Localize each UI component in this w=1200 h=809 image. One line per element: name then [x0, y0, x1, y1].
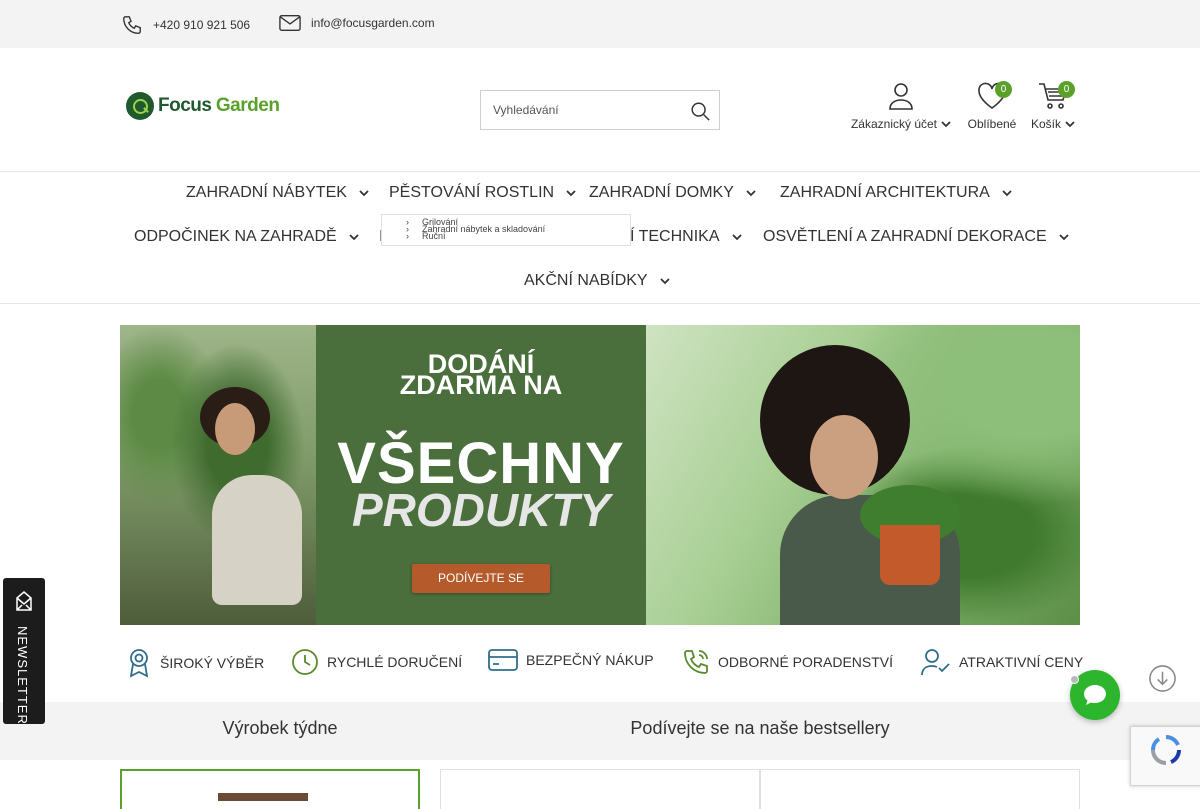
chevron-down-icon: [566, 189, 576, 196]
nav-label: Í TECHNIKA: [630, 228, 720, 245]
nav-label: ZAHRADNÍ NÁBYTEK: [186, 184, 347, 201]
phone-number[interactable]: +420 910 921 506: [153, 18, 250, 32]
chevron-down-icon: [941, 120, 951, 127]
benefit-attractive-prices: ATRAKTIVNÍ CENY: [921, 648, 1083, 676]
newsletter-tab[interactable]: NEWSLETTER: [3, 578, 45, 725]
search-input[interactable]: [481, 91, 681, 129]
favorites-label: Oblíbené: [967, 117, 1017, 131]
hero-photo-detail: [212, 475, 302, 605]
product-of-week-card[interactable]: [120, 769, 420, 809]
logo-word-garden: Garden: [215, 95, 280, 116]
phone-contact[interactable]: +420 910 921 506: [121, 14, 250, 36]
chevron-down-icon: [349, 233, 359, 240]
site-header: Focus Garden Zákaznický účet 0 Oblíbené …: [0, 48, 1200, 172]
newsletter-label: NEWSLETTER: [15, 626, 30, 725]
benefit-expert-advice: ODBORNÉ PORADENSTVÍ: [682, 648, 893, 676]
nav-label: ZAHRADNÍ ARCHITEKTURA: [780, 184, 990, 201]
chat-status-dot: [1070, 675, 1079, 684]
nav-item-growing-plants[interactable]: PĚSTOVÁNÍ ROSTLIN: [389, 182, 576, 204]
account-label: Zákaznický účet: [850, 117, 938, 131]
cart-count-badge: 0: [1058, 81, 1075, 98]
top-contact-bar: +420 910 921 506 info@focusgarden.com: [0, 0, 1200, 48]
user-icon: [889, 83, 913, 110]
recaptcha-icon: [1150, 735, 1181, 765]
chevron-down-icon: [359, 189, 369, 196]
nav-dropdown-overlay: › › › Grilování Zahradní nábytek a sklad…: [381, 214, 631, 246]
chevron-down-icon: [1065, 120, 1075, 127]
cart-label: Košík: [1030, 117, 1061, 131]
email-address[interactable]: info@focusgarden.com: [311, 16, 435, 30]
email-contact[interactable]: info@focusgarden.com: [279, 14, 435, 32]
benefit-label: ATRAKTIVNÍ CENY: [959, 654, 1084, 670]
hero-banner[interactable]: DODÁNÍ ZDARMA NA VŠECHNY PRODUKTY PODÍVE…: [120, 325, 1080, 625]
mail-icon: [279, 14, 301, 32]
recaptcha-badge[interactable]: [1130, 726, 1200, 786]
bestseller-card[interactable]: [440, 769, 760, 809]
arrow-icon: ›: [406, 231, 409, 241]
chevron-down-icon: [659, 277, 670, 284]
benefit-fast-delivery: RYCHLÉ DORUČENÍ: [291, 648, 462, 676]
nav-label: AKČNÍ NABÍDKY: [524, 272, 648, 289]
search-icon[interactable]: [689, 100, 711, 122]
benefit-label: RYCHLÉ DORUČENÍ: [327, 654, 463, 670]
favorites-button[interactable]: 0 Oblíbené: [964, 81, 1020, 131]
bestseller-card[interactable]: [760, 769, 1080, 809]
nav-label: ODPOČINEK NA ZAHRADĚ: [134, 228, 337, 245]
logo-word-focus: Focus: [158, 95, 212, 116]
nav-label: OSVĚTLENÍ A ZAHRADNÍ DEKORACE: [763, 228, 1047, 245]
chat-button[interactable]: [1070, 670, 1120, 720]
nav-item-garden-furniture[interactable]: ZAHRADNÍ NÁBYTEK: [186, 182, 369, 204]
hero-cta-button[interactable]: PODÍVEJTE SE: [412, 564, 550, 593]
hero-photo-detail: [215, 403, 255, 455]
account-button[interactable]: Zákaznický účet: [846, 82, 956, 131]
favorites-count-badge: 0: [995, 81, 1012, 98]
newsletter-icon: [16, 591, 32, 611]
nav-item-lighting-decor[interactable]: OSVĚTLENÍ A ZAHRADNÍ DEKORACE: [763, 226, 1069, 248]
nav-label: PĚSTOVÁNÍ ROSTLIN: [389, 184, 555, 201]
nav-item-garden-relax[interactable]: ODPOČINEK NA ZAHRADĚ: [134, 226, 359, 248]
chevron-down-icon: [1058, 233, 1069, 240]
hero-heading-line2: ZDARMA NA: [399, 370, 563, 400]
phone-icon: [123, 16, 141, 34]
chevron-down-icon: [746, 189, 756, 196]
nav-item-garden-architecture[interactable]: ZAHRADNÍ ARCHITEKTURA: [780, 182, 1012, 204]
chat-bubble-icon: [1084, 685, 1106, 705]
hero-heading-line4: PRODUKTY: [351, 484, 611, 536]
benefit-label: ODBORNÉ PORADENSTVÍ: [718, 654, 894, 670]
site-logo[interactable]: Focus Garden: [126, 92, 280, 120]
nav-item-garden-technique[interactable]: Í TECHNIKA: [630, 226, 742, 248]
main-navigation: ZAHRADNÍ NÁBYTEK PĚSTOVÁNÍ ROSTLIN ZAHRA…: [0, 172, 1200, 304]
user-check-icon: [921, 649, 950, 676]
award-icon: [129, 649, 149, 678]
nav-item-special-offers[interactable]: AKČNÍ NABÍDKY: [524, 270, 670, 292]
credit-card-icon: [488, 649, 518, 671]
product-of-week-title: Výrobek týdne: [222, 718, 338, 738]
scroll-down-icon[interactable]: [1148, 664, 1177, 693]
clock-icon: [292, 649, 318, 675]
bestsellers-title: Podívejte se na naše bestsellery: [630, 718, 890, 738]
chevron-down-icon: [731, 233, 742, 240]
nav-item-garden-houses[interactable]: ZAHRADNÍ DOMKY: [589, 182, 756, 204]
search-box: [480, 90, 720, 130]
benefit-label: ŠIROKÝ VÝBĚR: [160, 655, 265, 671]
nav-label: ZAHRADNÍ DOMKY: [589, 184, 734, 201]
dropdown-item[interactable]: Ruční: [422, 231, 446, 241]
chevron-down-icon: [1002, 189, 1012, 196]
hero-photo-detail: [880, 525, 940, 585]
logo-search-icon: [126, 92, 154, 120]
benefit-secure-purchase: BEZPEČNÝ NÁKUP: [488, 648, 654, 672]
cart-button[interactable]: 0 Košík: [1026, 81, 1080, 131]
hero-photo-detail: [810, 415, 878, 499]
benefit-label: BEZPEČNÝ NÁKUP: [526, 652, 654, 668]
phone-call-icon: [684, 650, 708, 674]
benefit-wide-selection: ŠIROKÝ VÝBĚR: [126, 648, 264, 678]
